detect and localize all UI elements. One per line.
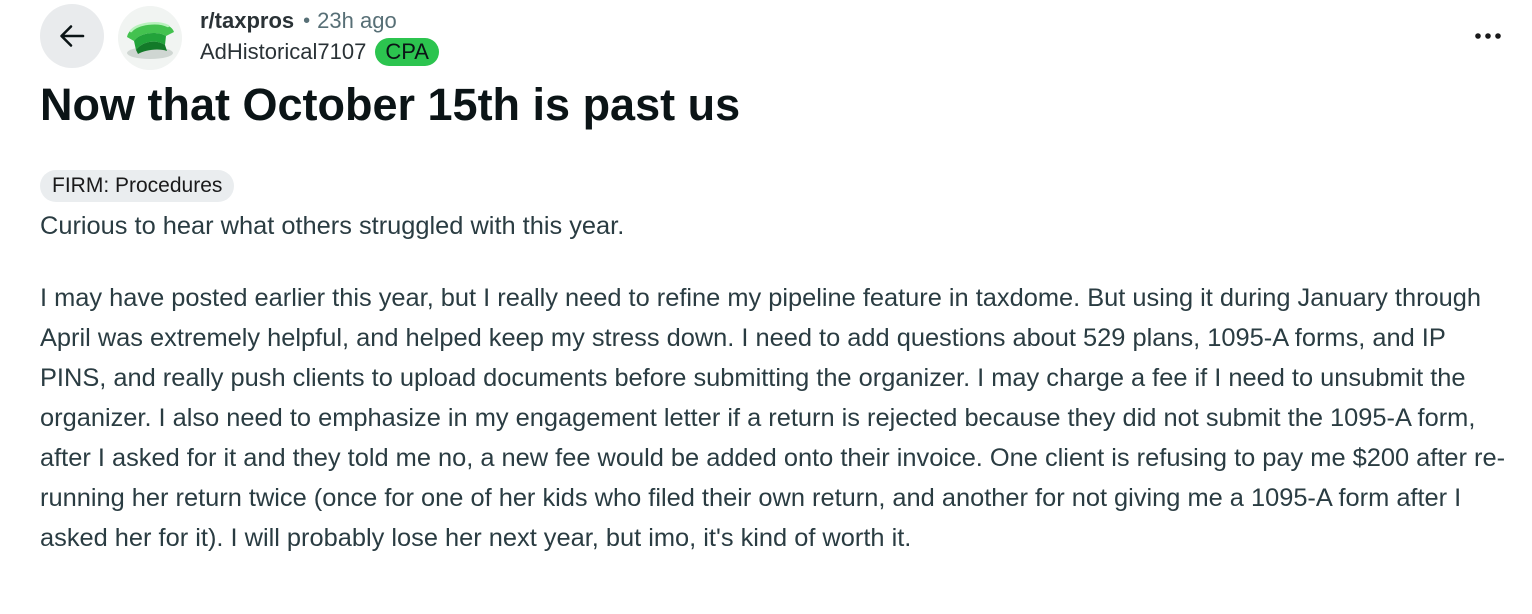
green-visor-icon [118,6,182,70]
post-title: Now that October 15th is past us [40,79,741,130]
author-link[interactable]: AdHistorical7107 [200,39,366,65]
post-body: Curious to hear what others struggled wi… [40,206,1515,558]
post-timestamp: 23h ago [317,8,397,33]
subreddit-avatar[interactable] [118,6,182,70]
body-paragraph: I may have posted earlier this year, but… [40,284,1506,552]
overflow-menu-button[interactable] [1468,18,1508,54]
back-button[interactable] [40,4,104,68]
user-flair-badge: CPA [375,38,439,66]
arrow-left-icon [60,25,85,47]
more-horizontal-icon [1475,33,1501,39]
meta-separator: • [303,9,311,32]
post-flair-tag[interactable]: FIRM: Procedures [40,170,235,202]
subreddit-link[interactable]: r/taxpros [200,8,294,34]
body-paragraph: Curious to hear what others struggled wi… [40,212,625,240]
post-meta: r/taxpros • 23h ago AdHistorical7107 CPA [200,6,439,68]
